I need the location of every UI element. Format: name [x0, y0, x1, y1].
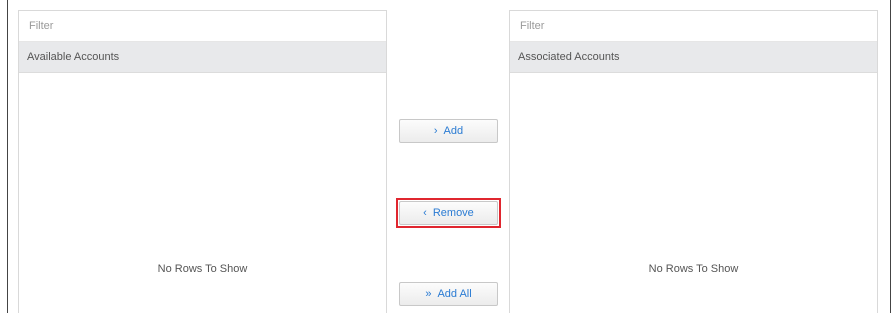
associated-accounts-panel: Associated Accounts No Rows To Show — [509, 10, 878, 313]
available-filter-row — [19, 11, 386, 42]
associated-accounts-header[interactable]: Associated Accounts — [510, 42, 877, 73]
associated-empty-message: No Rows To Show — [648, 263, 739, 275]
associated-filter-row — [510, 11, 877, 42]
add-all-button[interactable]: » Add All — [399, 282, 498, 306]
available-empty-message: No Rows To Show — [157, 263, 248, 275]
add-button[interactable]: › Add — [399, 119, 498, 143]
associated-filter-input[interactable] — [520, 20, 860, 32]
add-all-button-label: Add All — [437, 288, 472, 300]
available-filter-input[interactable] — [29, 20, 369, 32]
available-accounts-panel: Available Accounts No Rows To Show — [18, 10, 387, 313]
add-button-label: Add — [443, 125, 464, 137]
available-accounts-header[interactable]: Available Accounts — [19, 42, 386, 73]
chevron-right-icon: › — [433, 125, 438, 137]
double-chevron-right-icon: » — [425, 288, 432, 300]
remove-button-highlight — [396, 198, 501, 228]
